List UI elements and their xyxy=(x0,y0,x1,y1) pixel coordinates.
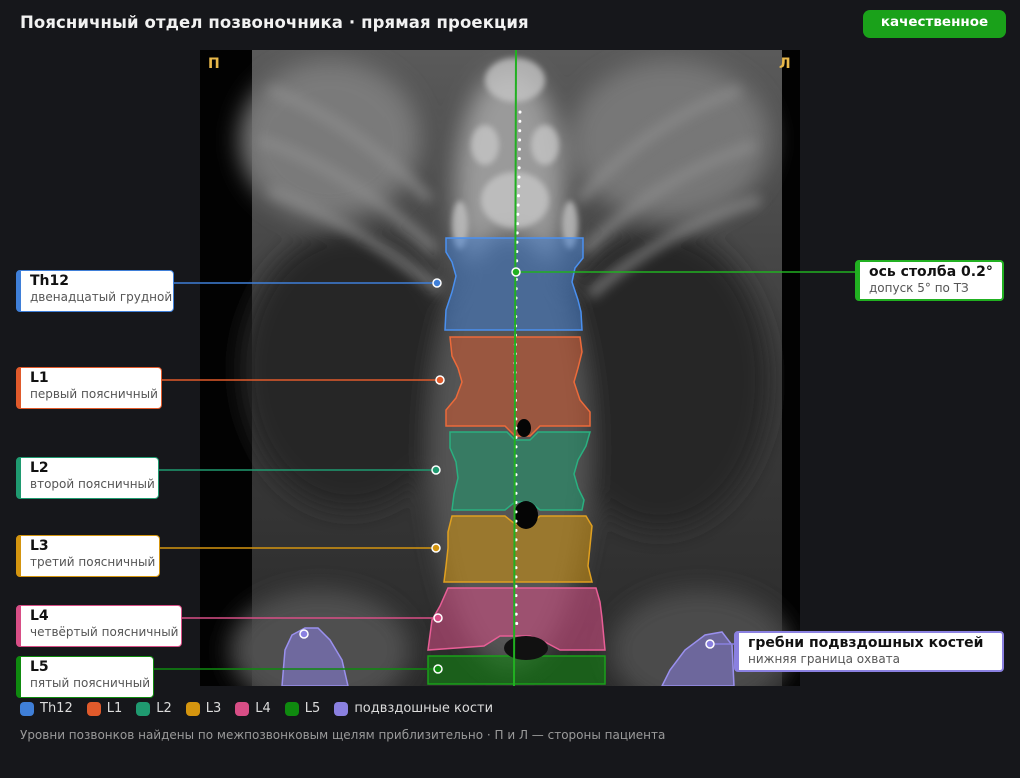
label-th12: Th12 двенадцатый грудной xyxy=(16,270,174,312)
label-axis: ось столба 0.2° допуск 5° по ТЗ xyxy=(855,260,1004,301)
label-l5: L5 пятый поясничный xyxy=(16,656,154,698)
anchor-dot-l5 xyxy=(433,664,443,674)
label-l2: L2 второй поясничный xyxy=(16,457,159,499)
label-th12-desc: двенадцатый грудной xyxy=(30,290,173,304)
label-l3-name: L3 xyxy=(30,538,49,554)
label-axis-sub: допуск 5° по ТЗ xyxy=(869,281,969,295)
label-l3: L3 третий поясничный xyxy=(16,535,160,577)
vertebra-l3-mask xyxy=(443,515,593,583)
label-th12-name: Th12 xyxy=(30,273,69,289)
label-l4-desc: четвёртый поясничный xyxy=(30,625,179,639)
iliac-crest-right xyxy=(281,627,349,686)
label-l5-name: L5 xyxy=(30,659,49,675)
label-l4-name: L4 xyxy=(30,608,49,624)
anchor-dot-iliac-right xyxy=(299,629,309,639)
label-l2-name: L2 xyxy=(30,460,49,476)
legend-item-th12: Th12 xyxy=(20,701,73,716)
label-iliac-sub: нижняя граница охвата xyxy=(748,652,901,666)
anchor-dot-iliac-left xyxy=(705,639,715,649)
anchor-dot-axis xyxy=(511,267,521,277)
anchor-dot-l3 xyxy=(431,543,441,553)
vertebra-l1-mask xyxy=(445,336,591,437)
anchor-dot-th12 xyxy=(432,278,442,288)
label-iliac-title: гребни подвздошных костей xyxy=(748,635,984,651)
label-l1-desc: первый поясничный xyxy=(30,387,158,401)
label-l4: L4 четвёртый поясничный xyxy=(16,605,182,647)
anchor-dot-l4 xyxy=(433,613,443,623)
footnote: Уровни позвонков найдены по межпозвонков… xyxy=(20,728,666,742)
legend-item-l4: L4 xyxy=(235,701,271,716)
legend-item-l2: L2 xyxy=(136,701,172,716)
label-l2-desc: второй поясничный xyxy=(30,477,155,491)
legend-item-l5: L5 xyxy=(284,701,320,716)
legend-item-l3: L3 xyxy=(185,701,221,716)
anchor-dot-l2 xyxy=(431,465,441,475)
iliac-crest-left xyxy=(661,631,735,686)
label-l1-name: L1 xyxy=(30,370,49,386)
vertebra-th12-mask xyxy=(444,237,584,331)
legend: Th12 L1 L2 L3 L4 L5 подвздошные кости xyxy=(20,701,507,716)
label-iliac: гребни подвздошных костей нижняя граница… xyxy=(734,631,1004,672)
label-l5-desc: пятый поясничный xyxy=(30,676,150,690)
vertebra-l2-mask xyxy=(449,431,591,511)
legend-item-l1: L1 xyxy=(86,701,122,716)
label-l1: L1 первый поясничный xyxy=(16,367,162,409)
anchor-dot-l1 xyxy=(435,375,445,385)
label-axis-title: ось столба 0.2° xyxy=(869,264,993,280)
legend-item-iliac: подвздошные кости xyxy=(334,701,493,716)
label-l3-desc: третий поясничный xyxy=(30,555,156,569)
vertebra-l5-mask xyxy=(427,655,606,685)
